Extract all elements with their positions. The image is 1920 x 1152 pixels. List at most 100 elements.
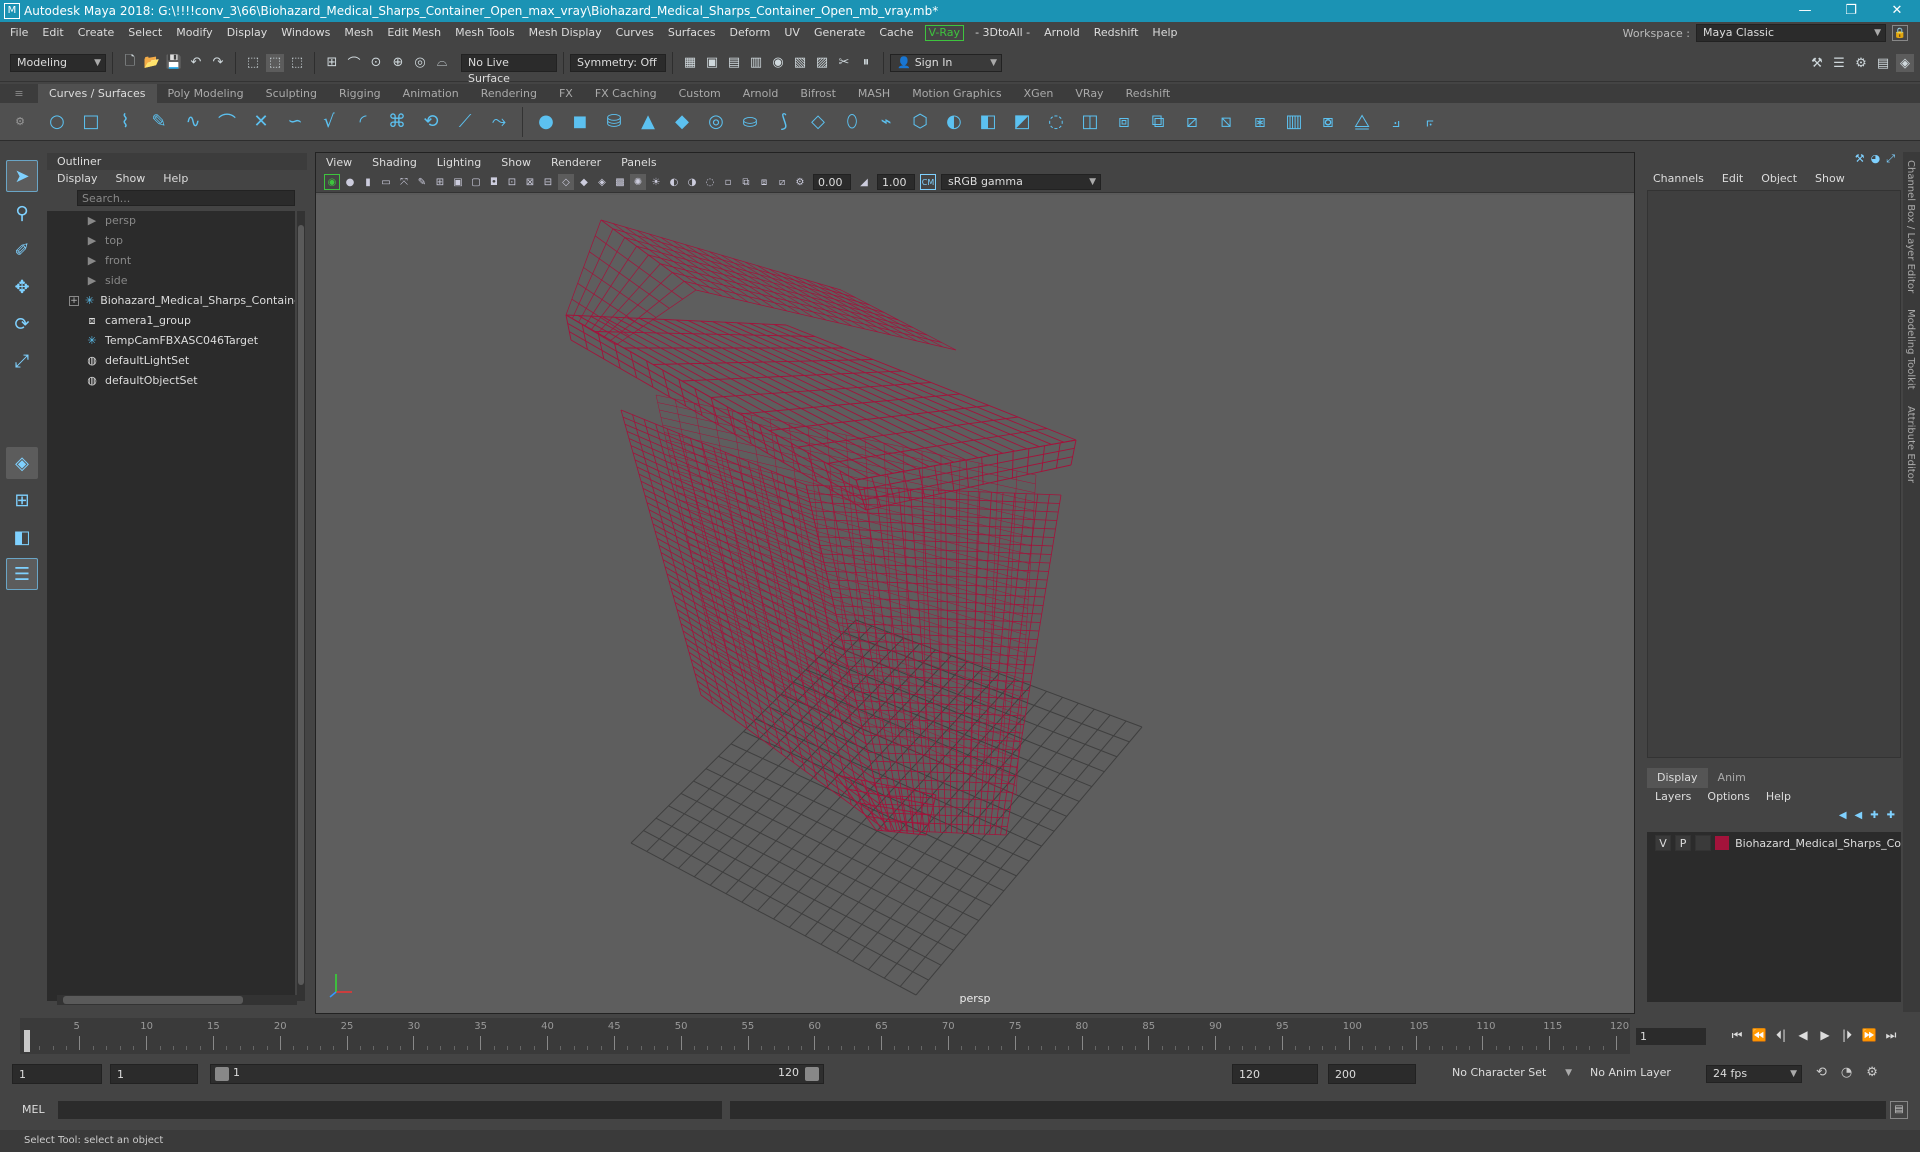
vray-render-icon[interactable]: ▧ [791, 54, 809, 72]
outliner-menu-show[interactable]: Show [116, 170, 146, 188]
menu-deform[interactable]: Deform [722, 22, 777, 44]
menu-select[interactable]: Select [121, 22, 169, 44]
redshift-render-icon[interactable]: ✂ [835, 54, 853, 72]
persp-outliner-layout-icon[interactable]: ◧ [6, 521, 38, 553]
two-d-pan-zoom-icon[interactable]: ⤧ [396, 174, 412, 190]
loop-icon[interactable]: ⟲ [1816, 1065, 1827, 1080]
extend-surface-icon[interactable]: ⧇ [1315, 109, 1341, 135]
snap-point-icon[interactable]: ⊙ [367, 54, 385, 72]
menu-edit[interactable]: Edit [35, 22, 70, 44]
menu-modify[interactable]: Modify [169, 22, 219, 44]
select-tool-icon[interactable]: ➤ [6, 160, 38, 192]
shelf-tab-redshift[interactable]: Redshift [1115, 84, 1182, 103]
outliner-item-persp[interactable]: ▶ persp [47, 211, 295, 231]
shelf-tab-rendering[interactable]: Rendering [470, 84, 548, 103]
curve-attach-icon[interactable]: ∽ [282, 109, 308, 135]
lock-icon[interactable]: 🔒 [1892, 25, 1908, 41]
curve-intersect-icon[interactable]: ✕ [248, 109, 274, 135]
render-frame-icon[interactable]: ▣ [703, 54, 721, 72]
undo-icon[interactable]: ↶ [187, 54, 205, 72]
outliner-item-default-object-set[interactable]: ◍ defaultObjectSet [47, 371, 295, 391]
extend-curve-icon[interactable]: ⟋ [452, 109, 478, 135]
attribute-editor-icon[interactable]: ☰ [1830, 54, 1848, 72]
command-language-label[interactable]: MEL [22, 1098, 45, 1122]
select-hierarchy-icon[interactable]: ⬚ [244, 54, 262, 72]
outliner-menu-display[interactable]: Display [57, 170, 98, 188]
workspace-dropdown[interactable]: Maya Classic ▼ [1696, 24, 1886, 42]
snap-grid-icon[interactable]: ⊞ [323, 54, 341, 72]
rebuild-curve-icon[interactable]: ⌘ [384, 109, 410, 135]
hypershade-icon[interactable]: ◉ [769, 54, 787, 72]
menu-redshift[interactable]: Redshift [1087, 22, 1146, 44]
tool-settings-icon[interactable]: ⚙ [1852, 54, 1870, 72]
smooth-tool-icon[interactable]: ⟔ [1417, 109, 1443, 135]
play-forwards-button[interactable]: ▶ [1814, 1028, 1836, 1043]
new-layer-from-selection-icon[interactable]: ✚ [1887, 810, 1895, 821]
bezier-curve-icon[interactable]: ⌒ [214, 109, 240, 135]
menu-help[interactable]: Help [1145, 22, 1184, 44]
shelf-tab-curves-surfaces[interactable]: Curves / Surfaces [38, 84, 157, 103]
animation-end-field[interactable]: 200 [1328, 1064, 1416, 1084]
grease-pencil-icon[interactable]: ✎ [414, 174, 430, 190]
nurbs-square-icon[interactable]: □ [78, 109, 104, 135]
menu-generate[interactable]: Generate [807, 22, 872, 44]
single-perspective-layout-icon[interactable]: ◈ [6, 447, 38, 479]
shelf-tab-rigging[interactable]: Rigging [328, 84, 392, 103]
move-layer-up-icon[interactable]: ◀ [1839, 810, 1847, 821]
paint-select-tool-icon[interactable]: ✐ [6, 234, 38, 266]
ep-curve-icon[interactable]: ⌇ [112, 109, 138, 135]
project-curve-icon[interactable]: ◩ [1009, 109, 1035, 135]
textured-icon[interactable]: ▩ [612, 174, 628, 190]
render-settings-icon[interactable]: ▥ [747, 54, 765, 72]
layer-visibility-toggle[interactable]: V [1655, 835, 1672, 851]
move-tool-icon[interactable]: ✥ [6, 271, 38, 303]
grid-icon[interactable]: ⊞ [432, 174, 448, 190]
field-chart-icon[interactable]: ⊡ [504, 174, 520, 190]
modeling-toolkit-icon[interactable]: ⚒ [1808, 54, 1826, 72]
rebuild-surface-icon[interactable]: ⧋ [1349, 109, 1375, 135]
maximize-button[interactable]: ❐ [1828, 0, 1874, 22]
side-tab-modeling-toolkit[interactable]: Modeling Toolkit [1905, 309, 1916, 390]
playback-start-field[interactable]: 1 [110, 1064, 198, 1084]
menu-surfaces[interactable]: Surfaces [661, 22, 723, 44]
use-all-lights-icon[interactable]: ✺ [630, 174, 646, 190]
film-gate-icon[interactable]: ▣ [450, 174, 466, 190]
step-forward-frame-button[interactable]: |⏵ [1836, 1028, 1858, 1043]
minimize-button[interactable]: — [1782, 0, 1828, 22]
anim-layer-dropdown[interactable]: No Anim Layer [1584, 1065, 1688, 1083]
nurbs-cylinder-icon[interactable]: ⛁ [601, 109, 627, 135]
outliner-search-input[interactable]: Search... [77, 190, 295, 206]
shelf-tab-animation[interactable]: Animation [392, 84, 470, 103]
outliner-item-top[interactable]: ▶ top [47, 231, 295, 251]
exposure-icon[interactable]: ⚙ [792, 174, 808, 190]
channel-box-float-icon[interactable]: ⤢ [1886, 152, 1895, 168]
shelf-tab-sculpting[interactable]: Sculpting [255, 84, 328, 103]
offset-curve-icon[interactable]: ⤳ [486, 109, 512, 135]
shelf-tab-motion-graphics[interactable]: Motion Graphics [901, 84, 1012, 103]
channel-box-menu-object[interactable]: Object [1761, 168, 1797, 190]
shelf-menu-icon[interactable]: ≡ [0, 87, 38, 100]
move-layer-down-icon[interactable]: ◀ [1855, 810, 1863, 821]
side-tab-channel-box[interactable]: Channel Box / Layer Editor [1905, 160, 1916, 293]
current-frame-field[interactable]: 1 [1636, 1028, 1706, 1045]
select-camera-icon[interactable]: ◉ [324, 174, 340, 190]
shelf-tab-poly-modeling[interactable]: Poly Modeling [157, 84, 255, 103]
new-empty-layer-icon[interactable]: ✚ [1870, 810, 1878, 821]
animation-start-field[interactable]: 1 [12, 1064, 102, 1084]
step-forward-key-button[interactable]: ⏩ [1858, 1028, 1880, 1043]
close-button[interactable]: ✕ [1874, 0, 1920, 22]
command-input[interactable] [58, 1101, 722, 1119]
select-component-icon[interactable]: ⬚ [288, 54, 306, 72]
trim-tool-icon[interactable]: ◫ [1077, 109, 1103, 135]
wireframe-icon[interactable]: ◇ [558, 174, 574, 190]
anti-aliasing-icon[interactable]: ◌ [702, 174, 718, 190]
snap-view-plane-icon[interactable]: ◎ [411, 54, 429, 72]
range-end-handle[interactable] [805, 1067, 819, 1081]
channel-box-menu-channels[interactable]: Channels [1653, 168, 1704, 190]
outliner-item-default-light-set[interactable]: ◍ defaultLightSet [47, 351, 295, 371]
menu-mesh-tools[interactable]: Mesh Tools [448, 22, 522, 44]
menu-vray[interactable]: V-Ray [924, 25, 965, 41]
square-surface-icon[interactable]: ◧ [975, 109, 1001, 135]
revolve-icon[interactable]: ⛀ [737, 109, 763, 135]
outliner-item-camera1-group[interactable]: ⧈ camera1_group [47, 311, 295, 331]
